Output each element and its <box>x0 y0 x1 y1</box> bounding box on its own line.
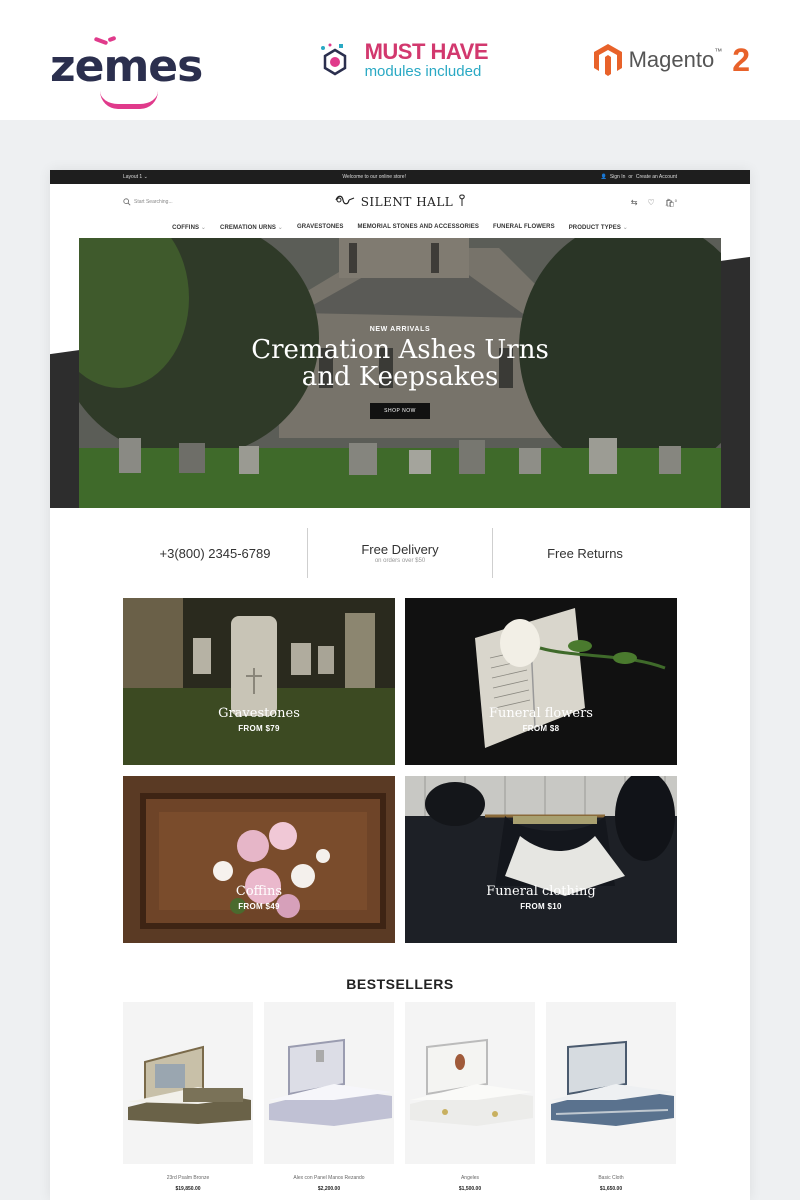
category-funeral-clothing[interactable]: Funeral clothing FROM $10 <box>405 776 677 943</box>
nav-product-types[interactable]: PRODUCT TYPES ⌄ <box>569 224 628 238</box>
product-card[interactable]: Basic Cloth $1,650.00 <box>546 1002 676 1192</box>
category-price: FROM $10 <box>520 902 562 911</box>
hero-banner: NEW ARRIVALS Cremation Ashes Urns and Ke… <box>50 238 750 508</box>
user-icon: 👤 <box>600 174 607 180</box>
rose-icon <box>335 195 355 205</box>
storefront-preview: Layout 1 ⌄ Welcome to our online store! … <box>50 170 750 1200</box>
modules-icon <box>320 43 346 76</box>
chevron-down-icon: ⌄ <box>622 225 628 231</box>
feature-returns: Free Returns <box>493 528 677 578</box>
site-logo-text: SILENT HALL <box>360 195 454 209</box>
product-price: $19,850.00 <box>175 1186 201 1192</box>
category-price: FROM $49 <box>238 902 280 911</box>
cart-count: 0 <box>674 198 677 203</box>
magento-wordmark: Magento <box>628 47 715 72</box>
category-price: FROM $79 <box>238 724 280 733</box>
feature-label: +3(800) 2345-6789 <box>159 545 271 561</box>
zemes-logo: zemes <box>50 25 210 109</box>
product-card[interactable]: Alex con Panel Manos Rezando $2,200.00 <box>264 1002 394 1192</box>
sign-in-link[interactable]: Sign In <box>610 174 626 180</box>
category-gravestones[interactable]: Gravestones FROM $79 <box>123 598 395 765</box>
hero-title: Cremation Ashes Urns and Keepsakes <box>50 337 750 391</box>
product-image <box>546 1002 676 1164</box>
category-label: Coffins FROM $49 <box>123 884 395 911</box>
category-image <box>123 598 395 765</box>
must-have-badge: MUST HAVE modules included <box>315 39 489 80</box>
chevron-down-icon: ⌄ <box>143 174 148 180</box>
nav-coffins[interactable]: COFFINS ⌄ <box>172 224 206 238</box>
main-nav: COFFINS ⌄ CREMATION URNS ⌄ GRAVESTONES M… <box>50 224 750 238</box>
feature-label: Free Delivery <box>361 542 439 557</box>
magento-icon <box>593 44 622 76</box>
category-label: Funeral clothing FROM $10 <box>405 884 677 911</box>
nav-funeral-flowers[interactable]: FUNERAL FLOWERS <box>493 224 555 238</box>
product-card[interactable]: Angeles $1,500.00 <box>405 1002 535 1192</box>
feature-sublabel: on orders over $50 <box>374 558 426 564</box>
category-name: Gravestones <box>218 706 300 721</box>
feature-label: Free Returns <box>547 545 623 561</box>
shop-now-button[interactable]: SHOP NOW <box>370 403 430 419</box>
header-actions: ⇆ ♡ 🛍0 <box>631 198 677 208</box>
product-price: $1,650.00 <box>599 1186 623 1192</box>
feature-phone[interactable]: +3(800) 2345-6789 <box>123 528 308 578</box>
chevron-down-icon: ⌄ <box>200 225 207 231</box>
product-image <box>264 1002 394 1164</box>
hero-caption: NEW ARRIVALS Cremation Ashes Urns and Ke… <box>50 326 750 419</box>
nav-label: CREMATION URNS <box>220 225 277 231</box>
feature-strip: +3(800) 2345-6789 Free Delivery on order… <box>123 528 677 578</box>
promo-banner: zemes MUST HAVE modules included Magento… <box>0 0 800 120</box>
chevron-down-icon: ⌄ <box>277 225 283 231</box>
product-list: 23rd Psalm Bronze $19,850.00 Alex con Pa… <box>123 1002 677 1192</box>
zemes-wordmark: zemes <box>50 41 203 92</box>
category-label: Gravestones FROM $79 <box>123 706 395 733</box>
bestsellers-title: BESTSELLERS <box>346 976 454 992</box>
nav-label: COFFINS <box>172 225 200 231</box>
category-image <box>405 598 677 765</box>
category-name: Coffins <box>235 884 283 899</box>
site-header: Start Searching... SILENT HALL ⇆ ♡ 🛍0 <box>50 184 750 224</box>
layout-label: Layout 1 <box>123 174 143 180</box>
nav-memorial-stones[interactable]: MEMORIAL STONES AND ACCESSORIES <box>358 224 479 238</box>
category-label: Funeral flowers FROM $8 <box>405 706 677 733</box>
create-account-link[interactable]: Create an Account <box>636 174 677 180</box>
product-price: $2,200.00 <box>317 1186 341 1192</box>
category-image <box>123 776 395 943</box>
product-image <box>123 1002 253 1164</box>
nav-gravestones[interactable]: GRAVESTONES <box>297 224 344 238</box>
layout-switcher[interactable]: Layout 1 ⌄ <box>123 174 148 180</box>
must-have-subtitle: modules included <box>364 63 482 80</box>
compare-icon[interactable]: ⇆ <box>631 198 638 208</box>
nav-label: PRODUCT TYPES <box>568 225 621 231</box>
hero-title-line: and Keepsakes <box>301 362 499 392</box>
category-name: Funeral flowers <box>489 706 593 721</box>
hero-kicker: NEW ARRIVALS <box>369 326 431 333</box>
product-name[interactable]: Angeles <box>405 1175 535 1181</box>
product-card[interactable]: 23rd Psalm Bronze $19,850.00 <box>123 1002 253 1192</box>
nav-cremation-urns[interactable]: CREMATION URNS ⌄ <box>220 224 283 238</box>
category-price: FROM $8 <box>522 724 560 733</box>
category-coffins[interactable]: Coffins FROM $49 <box>123 776 395 943</box>
feature-delivery: Free Delivery on orders over $50 <box>308 528 493 578</box>
category-image <box>405 776 677 943</box>
product-name[interactable]: 23rd Psalm Bronze <box>123 1175 253 1181</box>
category-funeral-flowers[interactable]: Funeral flowers FROM $8 <box>405 598 677 765</box>
flower-icon <box>458 194 465 206</box>
magento-version: 2 <box>732 41 750 78</box>
product-name[interactable]: Basic Cloth <box>546 1175 676 1181</box>
product-name[interactable]: Alex con Panel Manos Rezando <box>264 1175 394 1181</box>
or-text: or <box>628 174 633 180</box>
product-price: $1,500.00 <box>458 1186 482 1192</box>
magento-tm: ™ <box>714 47 723 56</box>
category-name: Funeral clothing <box>486 884 596 899</box>
must-have-title: MUST HAVE <box>364 39 489 64</box>
top-bar: Layout 1 ⌄ Welcome to our online store! … <box>50 170 750 184</box>
cart-icon[interactable]: 🛍0 <box>665 198 677 208</box>
welcome-message: Welcome to our online store! <box>342 174 406 180</box>
wishlist-icon[interactable]: ♡ <box>647 198 654 208</box>
product-image <box>405 1002 535 1164</box>
hero-title-line: Cremation Ashes Urns <box>251 335 549 365</box>
magento-logo: Magento™ 2 <box>593 42 750 79</box>
